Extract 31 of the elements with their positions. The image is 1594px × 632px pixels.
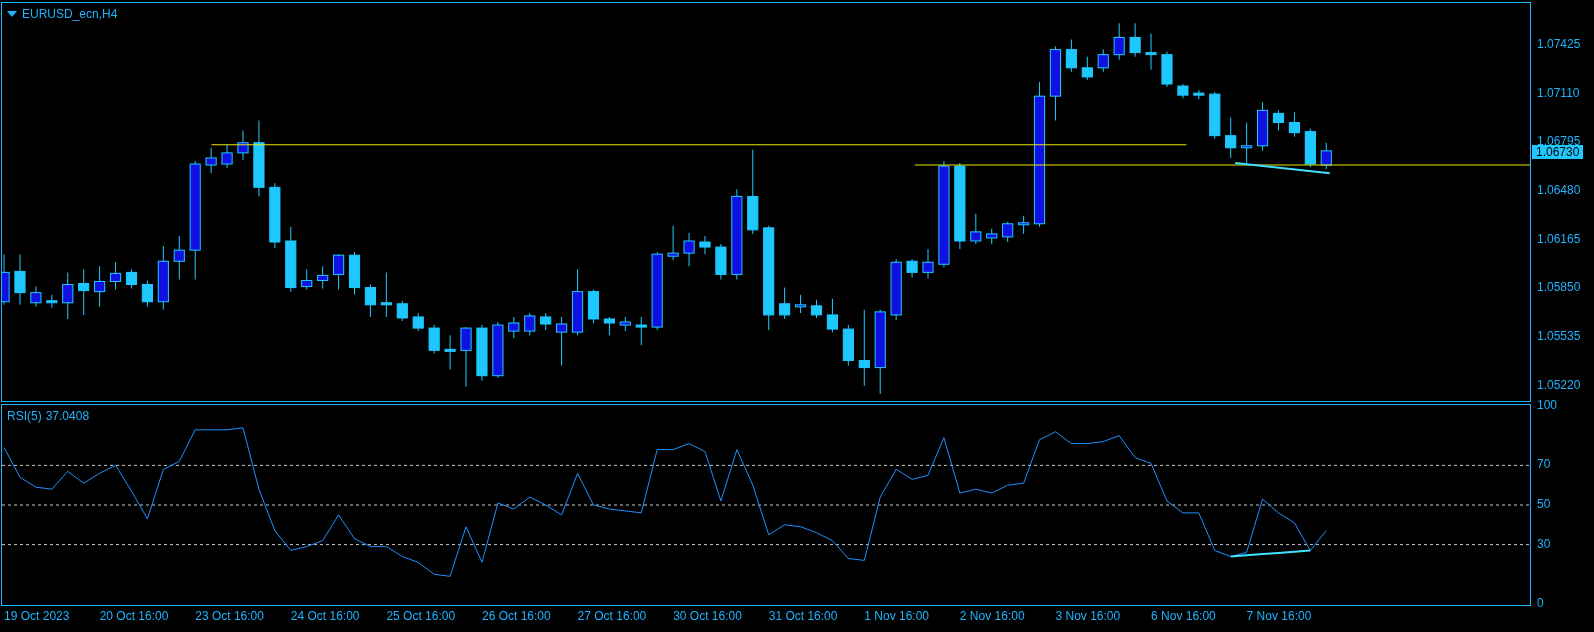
indicator-value: 37.0408 (45, 408, 90, 424)
time-axis-label: 31 Oct 16:00 (768, 608, 838, 624)
caret-icon[interactable] (7, 11, 17, 17)
time-axis-label: 23 Oct 16:00 (195, 608, 264, 624)
time-axis-label: 2 Nov 16:00 (959, 608, 1025, 624)
price-axis-label: 1.07110 (1537, 84, 1580, 101)
current-price-tag: 1.06730 (1532, 145, 1584, 159)
rsi-axis-label: 0 (1537, 596, 1544, 610)
time-axis-label: 26 Oct 16:00 (481, 608, 551, 624)
chart-title: EURUSD_ecn,H4 (22, 6, 118, 22)
time-axis-label: 20 Oct 16:00 (99, 608, 169, 624)
price-axis-label: 1.06480 (1537, 182, 1581, 199)
time-axis-label: 1 Nov 16:00 (864, 608, 929, 624)
time-axis-label: 27 Oct 16:00 (577, 608, 647, 624)
price-axis-label: 1.05535 (1537, 328, 1581, 345)
time-axis-label: 24 Oct 16:00 (290, 608, 360, 624)
rsi-axis-label: 30 (1537, 536, 1551, 551)
indicator-name: RSI(5) (7, 408, 42, 424)
time-axis-label: 19 Oct 2023 (4, 608, 70, 624)
time-axis-label: 25 Oct 16:00 (386, 608, 456, 624)
price-axis-label: 1.07425 (1537, 36, 1581, 52)
rsi-axis-label: 70 (1537, 457, 1551, 472)
price-axis-label: 1.05220 (1537, 376, 1581, 393)
price-axis-label: 1.06165 (1537, 230, 1581, 247)
rsi-axis-label: 100 (1537, 398, 1558, 412)
rsi-axis-label: 50 (1537, 497, 1551, 511)
time-axis-label: 6 Nov 16:00 (1151, 608, 1216, 624)
time-axis-label: 3 Nov 16:00 (1055, 608, 1121, 624)
time-axis-label: 30 Oct 16:00 (673, 608, 742, 624)
time-axis-label: 7 Nov 16:00 (1246, 608, 1312, 624)
price-axis-label: 1.05850 (1537, 279, 1581, 296)
